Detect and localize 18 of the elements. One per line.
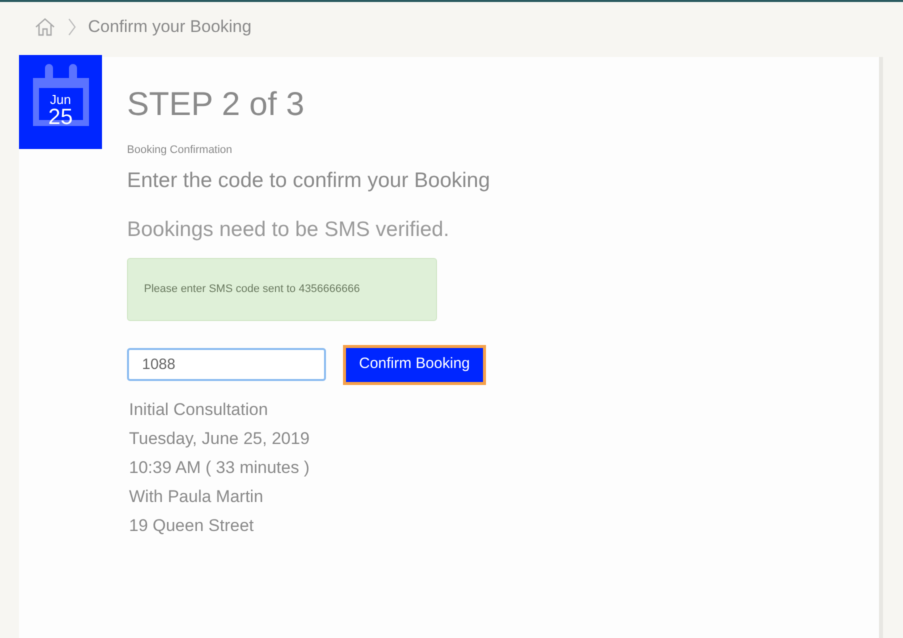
chevron-icon <box>68 17 76 37</box>
booking-detail: 10:39 AM ( 33 minutes ) <box>129 456 310 478</box>
calendar-icon <box>31 64 91 128</box>
booking-detail: 19 Queen Street <box>129 514 255 536</box>
subheading: Bookings need to be SMS verified. <box>127 217 450 243</box>
home-icon[interactable] <box>34 17 56 37</box>
section-label: Booking Confirmation <box>127 143 234 158</box>
heading: Enter the code to confirm your Booking <box>127 168 490 194</box>
code-field[interactable]: 1088 <box>127 348 326 381</box>
date-day: 25 <box>48 106 73 128</box>
step-title: STEP 2 of 3 <box>127 87 306 120</box>
booking-detail: Tuesday, June 25, 2019 <box>129 428 311 450</box>
booking-detail: Initial Consultation <box>129 398 269 420</box>
alert-message: Please enter SMS code sent to 4356666666 <box>127 258 437 320</box>
breadcrumb-current: Confirm your Booking <box>88 16 252 38</box>
date-month: Jun <box>50 92 71 106</box>
confirm-button[interactable]: Confirm Booking <box>343 344 486 384</box>
booking-detail: With Paula Martin <box>129 486 264 508</box>
